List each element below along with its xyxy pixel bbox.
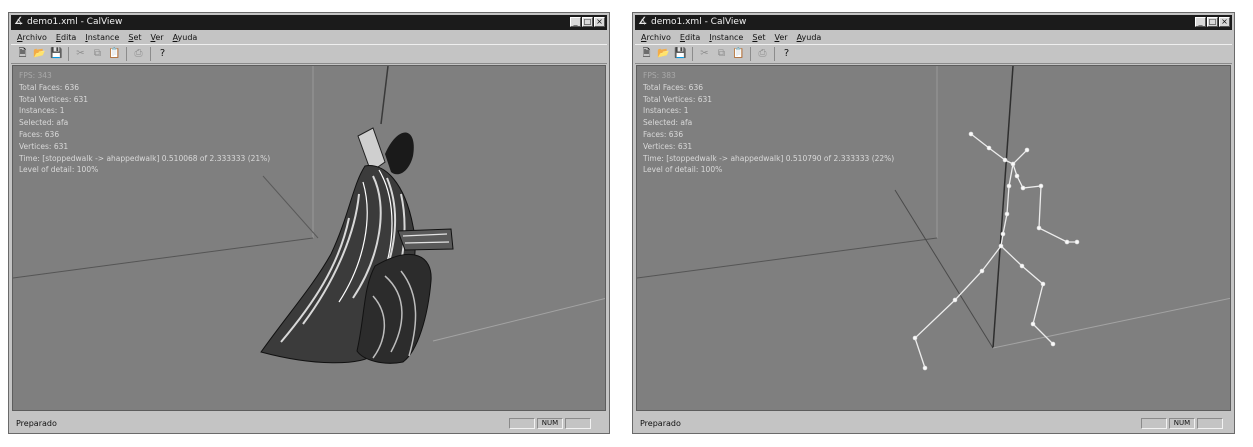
save-icon[interactable]: 💾 xyxy=(49,47,64,61)
toolbar-separator xyxy=(68,47,69,61)
menu-set[interactable]: Set xyxy=(128,31,141,44)
menu-ayuda[interactable]: Ayuda xyxy=(797,31,822,44)
cut-icon[interactable]: ✂ xyxy=(697,47,712,61)
3d-viewport[interactable]: FPS: 343 Total Faces: 636 Total Vertices… xyxy=(12,65,606,411)
menu-archivo[interactable]: Archivo xyxy=(17,31,47,44)
minimize-button[interactable]: _ xyxy=(570,17,581,27)
menu-ver[interactable]: Ver xyxy=(151,31,164,44)
stat-level-of-detail: Level of detail: 100% xyxy=(19,165,99,175)
toolbar: 🗎 📂 💾 ✂ ⧉ 📋 ⎙ ? xyxy=(635,44,1232,64)
open-folder-icon[interactable]: 📂 xyxy=(656,47,671,61)
stat-vertices: Vertices: 631 xyxy=(19,141,69,151)
stat-total-vertices: Total Vertices: 631 xyxy=(643,94,713,104)
render-stats: FPS: 383 Total Faces: 636 Total Vertices… xyxy=(643,70,894,176)
status-text: Preparado xyxy=(16,419,57,428)
help-icon[interactable]: ? xyxy=(779,47,794,61)
print-icon[interactable]: ⎙ xyxy=(131,47,146,61)
toolbar: 🗎 📂 💾 ✂ ⧉ 📋 ⎙ ? xyxy=(11,44,607,64)
stat-faces: Faces: 636 xyxy=(19,129,60,139)
status-panel-empty xyxy=(509,418,535,429)
menu-ver[interactable]: Ver xyxy=(775,31,788,44)
stat-selected: Selected: afa xyxy=(643,118,693,128)
status-text: Preparado xyxy=(640,419,681,428)
calview-window-right: ∡ demo1.xml - CalView _ □ × Archivo Edit… xyxy=(632,12,1235,434)
stat-instances: Instances: 1 xyxy=(643,106,689,116)
close-button[interactable]: × xyxy=(1219,17,1230,27)
menu-ayuda[interactable]: Ayuda xyxy=(173,31,198,44)
menu-archivo[interactable]: Archivo xyxy=(641,31,671,44)
menu-instance[interactable]: Instance xyxy=(709,31,743,44)
print-icon[interactable]: ⎙ xyxy=(755,47,770,61)
stat-total-faces: Total Faces: 636 xyxy=(643,82,703,92)
app-icon: ∡ xyxy=(638,16,647,27)
maximize-button[interactable]: □ xyxy=(582,17,593,27)
status-bar: Preparado NUM xyxy=(11,416,607,431)
window-title: demo1.xml - CalView xyxy=(651,17,747,27)
status-panel-empty xyxy=(1141,418,1167,429)
title-bar[interactable]: ∡ demo1.xml - CalView _ □ × xyxy=(635,15,1232,30)
window-title: demo1.xml - CalView xyxy=(27,17,123,27)
new-file-icon[interactable]: 🗎 xyxy=(15,47,30,61)
toolbar-separator xyxy=(774,47,775,61)
skeleton-model xyxy=(912,131,1080,371)
character-model xyxy=(260,127,454,364)
menu-bar: Archivo Edita Instance Set Ver Ayuda xyxy=(635,31,1232,44)
calview-window-left: ∡ demo1.xml - CalView _ □ × Archivo Edit… xyxy=(8,12,610,434)
toolbar-separator xyxy=(150,47,151,61)
stat-fps: FPS: 383 xyxy=(643,71,676,80)
open-folder-icon[interactable]: 📂 xyxy=(32,47,47,61)
stat-vertices: Vertices: 631 xyxy=(643,141,693,151)
num-lock-indicator: NUM xyxy=(537,418,563,429)
close-button[interactable]: × xyxy=(594,17,605,27)
stat-faces: Faces: 636 xyxy=(643,129,684,139)
menu-edita[interactable]: Edita xyxy=(56,31,76,44)
toolbar-separator xyxy=(750,47,751,61)
stat-time: Time: [stoppedwalk -> ahappedwalk] 0.510… xyxy=(643,153,895,163)
app-icon: ∡ xyxy=(14,16,23,27)
stat-instances: Instances: 1 xyxy=(19,106,65,116)
title-bar[interactable]: ∡ demo1.xml - CalView _ □ × xyxy=(11,15,607,30)
status-panel-empty xyxy=(1197,418,1223,429)
menu-edita[interactable]: Edita xyxy=(680,31,700,44)
stat-total-faces: Total Faces: 636 xyxy=(19,82,79,92)
status-bar: Preparado NUM xyxy=(635,416,1232,431)
paste-icon[interactable]: 📋 xyxy=(107,47,122,61)
menu-instance[interactable]: Instance xyxy=(85,31,119,44)
new-file-icon[interactable]: 🗎 xyxy=(639,47,654,61)
status-panel-empty xyxy=(565,418,591,429)
save-icon[interactable]: 💾 xyxy=(673,47,688,61)
toolbar-separator xyxy=(692,47,693,61)
menu-bar: Archivo Edita Instance Set Ver Ayuda xyxy=(11,31,607,44)
cut-icon[interactable]: ✂ xyxy=(73,47,88,61)
copy-icon[interactable]: ⧉ xyxy=(90,47,105,61)
stat-level-of-detail: Level of detail: 100% xyxy=(643,165,723,175)
help-icon[interactable]: ? xyxy=(155,47,170,61)
stat-fps: FPS: 343 xyxy=(19,71,52,80)
minimize-button[interactable]: _ xyxy=(1195,17,1206,27)
toolbar-separator xyxy=(126,47,127,61)
render-stats: FPS: 343 Total Faces: 636 Total Vertices… xyxy=(19,70,270,176)
3d-viewport[interactable]: FPS: 383 Total Faces: 636 Total Vertices… xyxy=(636,65,1231,411)
stat-total-vertices: Total Vertices: 631 xyxy=(19,94,89,104)
menu-set[interactable]: Set xyxy=(752,31,765,44)
num-lock-indicator: NUM xyxy=(1169,418,1195,429)
stat-time: Time: [stoppedwalk -> ahappedwalk] 0.510… xyxy=(19,153,271,163)
stat-selected: Selected: afa xyxy=(19,118,69,128)
maximize-button[interactable]: □ xyxy=(1207,17,1218,27)
copy-icon[interactable]: ⧉ xyxy=(714,47,729,61)
paste-icon[interactable]: 📋 xyxy=(731,47,746,61)
